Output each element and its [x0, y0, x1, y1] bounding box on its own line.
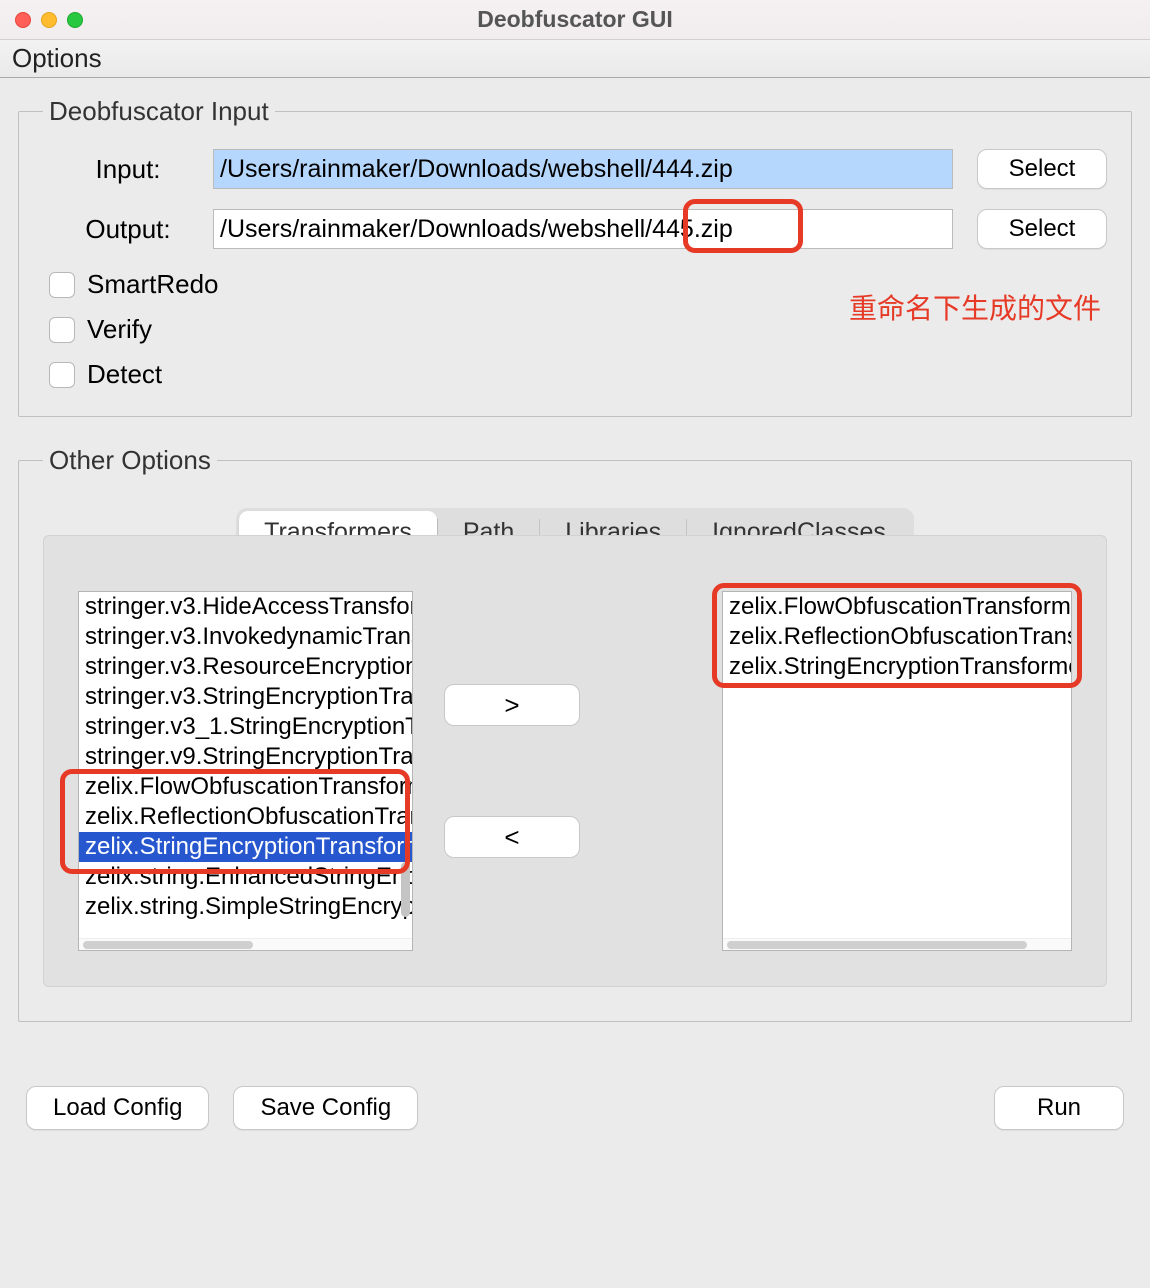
options-menu[interactable]: Options: [12, 43, 102, 74]
scrollbar-horizontal-track[interactable]: [79, 938, 412, 950]
list-item[interactable]: stringer.v3.HideAccessTransformer: [79, 592, 412, 622]
verify-label: Verify: [87, 314, 152, 345]
load-config-button[interactable]: Load Config: [26, 1086, 209, 1130]
add-button[interactable]: >: [444, 684, 580, 726]
input-field[interactable]: [213, 149, 953, 189]
run-button[interactable]: Run: [994, 1086, 1124, 1130]
list-item[interactable]: zelix.string.SimpleStringEncryptionTrans…: [79, 892, 412, 922]
scrollbar-horizontal[interactable]: [83, 941, 253, 949]
selected-transformers-list[interactable]: zelix.FlowObfuscationTransformer zelix.R…: [722, 591, 1072, 951]
list-item[interactable]: zelix.FlowObfuscationTransformer: [723, 592, 1071, 622]
available-transformers-list[interactable]: stringer.v3.HideAccessTransformer string…: [78, 591, 413, 951]
list-item-selected[interactable]: zelix.StringEncryptionTransformer: [79, 832, 412, 862]
detect-label: Detect: [87, 359, 162, 390]
output-select-button[interactable]: Select: [977, 209, 1107, 249]
output-field[interactable]: [213, 209, 953, 249]
list-item[interactable]: stringer.v9.StringEncryptionTransformer: [79, 742, 412, 772]
list-item[interactable]: zelix.ReflectionObfuscationTransformer: [723, 622, 1071, 652]
input-label: Input:: [43, 154, 213, 185]
output-label: Output:: [43, 214, 213, 245]
list-item[interactable]: stringer.v3.StringEncryptionTransformer: [79, 682, 412, 712]
footer-buttons: Load Config Save Config Run: [0, 1060, 1150, 1130]
list-item[interactable]: zelix.StringEncryptionTransformer: [723, 652, 1071, 682]
list-item[interactable]: stringer.v3.InvokedynamicTransformer: [79, 622, 412, 652]
verify-checkbox[interactable]: [49, 317, 75, 343]
detect-checkbox[interactable]: [49, 362, 75, 388]
annotation-text: 重命名下生成的文件: [849, 287, 1101, 327]
transformers-panel: stringer.v3.HideAccessTransformer string…: [43, 535, 1107, 987]
list-item[interactable]: zelix.string.EnhancedStringEncryptionTra…: [79, 862, 412, 892]
remove-button[interactable]: <: [444, 816, 580, 858]
input-group: Deobfuscator Input Input: Select Output:…: [18, 96, 1132, 417]
scrollbar-horizontal[interactable]: [727, 941, 1027, 949]
smartredo-label: SmartRedo: [87, 269, 219, 300]
list-item[interactable]: stringer.v3.ResourceEncryptionTransforme…: [79, 652, 412, 682]
menubar: Options: [0, 40, 1150, 78]
list-item[interactable]: zelix.ReflectionObfuscationTransformer: [79, 802, 412, 832]
input-group-legend: Deobfuscator Input: [43, 96, 275, 127]
other-options-legend: Other Options: [43, 445, 217, 476]
scrollbar-vertical[interactable]: [401, 862, 410, 917]
window-title: Deobfuscator GUI: [0, 6, 1150, 33]
scrollbar-horizontal-track[interactable]: [723, 938, 1071, 950]
save-config-button[interactable]: Save Config: [233, 1086, 418, 1130]
titlebar: Deobfuscator GUI: [0, 0, 1150, 40]
list-item[interactable]: zelix.FlowObfuscationTransformer: [79, 772, 412, 802]
input-select-button[interactable]: Select: [977, 149, 1107, 189]
other-options-group: Other Options Transformers Path Librarie…: [18, 445, 1132, 1022]
smartredo-checkbox[interactable]: [49, 272, 75, 298]
list-item[interactable]: stringer.v3_1.StringEncryptionTransforme…: [79, 712, 412, 742]
